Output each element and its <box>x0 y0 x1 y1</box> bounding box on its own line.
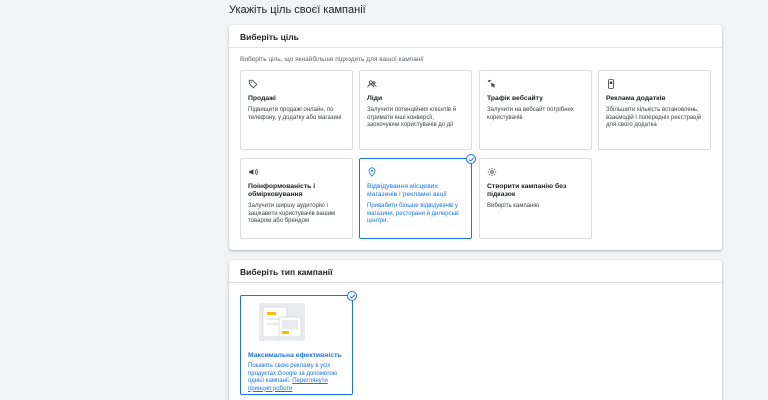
goal-tile-desc: Залучити на вебсайт потрібних користувач… <box>487 107 574 121</box>
goal-tile-leads[interactable]: Ліди Залучити потенційних клієнтів й отр… <box>359 70 472 150</box>
campaign-type-desc: Покажіть свою рекламу в усіх продуктах G… <box>248 363 345 393</box>
goal-tile-title: Відвідування місцевих магазинів і реклам… <box>367 183 447 198</box>
goal-tile-website-traffic[interactable]: Трафік вебсайту Залучити на вебсайт потр… <box>479 70 592 150</box>
tag-icon <box>248 79 258 89</box>
goal-card-subtitle: Виберіть ціль, що якнайбільше підходить … <box>240 56 424 63</box>
performance-max-illustration <box>259 303 305 341</box>
goal-tile-title: Ліди <box>367 95 383 102</box>
campaign-type-tile-performance-max[interactable]: Максимальна ефективність Покажіть свою р… <box>240 291 357 395</box>
cursor-click-icon <box>487 79 496 88</box>
check-circle-icon <box>466 154 476 164</box>
goal-tile-title: Продажі <box>248 95 276 102</box>
goal-tile-sales[interactable]: Продажі Підвищити продажі онлайн, по тел… <box>240 70 353 150</box>
goal-card: Виберіть ціль Виберіть ціль, що якнайбіл… <box>229 25 722 250</box>
campaign-type-card: Виберіть тип кампанії Максимальна ефекти… <box>229 260 722 400</box>
goal-tile-desc: Привабити більше відвідувачів у магазини… <box>367 203 459 224</box>
goal-tile-desc: Виберіть кампанію <box>487 203 540 209</box>
goal-tile-awareness[interactable]: Поінформованість і обмірковування Залучи… <box>240 158 353 239</box>
gear-icon <box>487 167 497 177</box>
people-icon <box>367 80 377 88</box>
goal-tile-title: Трафік вебсайту <box>487 95 543 102</box>
phone-icon <box>608 79 614 89</box>
goal-tile-local-store-visits[interactable]: Відвідування місцевих магазинів і реклам… <box>359 154 476 239</box>
goal-tile-desc: Збільшити кількість встановлень, взаємод… <box>606 107 702 128</box>
campaign-type-title: Максимальна ефективність <box>248 352 342 359</box>
page-title: Укажіть ціль своєї кампанії <box>229 4 366 16</box>
goal-tile-desc: Підвищити продажі онлайн, по телефону, у… <box>248 107 342 121</box>
location-pin-icon <box>368 167 376 177</box>
goal-tile-title: Поінформованість і обмірковування <box>248 183 316 198</box>
goal-card-header: Виберіть ціль <box>229 25 722 48</box>
goal-tile-title: Створити кампанію без підказок <box>487 183 567 198</box>
check-circle-icon <box>347 291 357 301</box>
goal-tile-no-guidance[interactable]: Створити кампанію без підказок Виберіть … <box>479 158 592 239</box>
goal-tile-app-promotion[interactable]: Реклама додатків Збільшити кількість вст… <box>598 70 711 150</box>
goal-tile-desc: Залучити потенційних клієнтів й отримати… <box>367 107 457 128</box>
goal-tile-title: Реклама додатків <box>606 95 666 102</box>
speaker-icon <box>249 168 258 176</box>
campaign-type-card-header: Виберіть тип кампанії <box>229 260 722 283</box>
goal-tile-desc: Залучити ширшу аудиторію і зацікавити ко… <box>248 203 336 224</box>
